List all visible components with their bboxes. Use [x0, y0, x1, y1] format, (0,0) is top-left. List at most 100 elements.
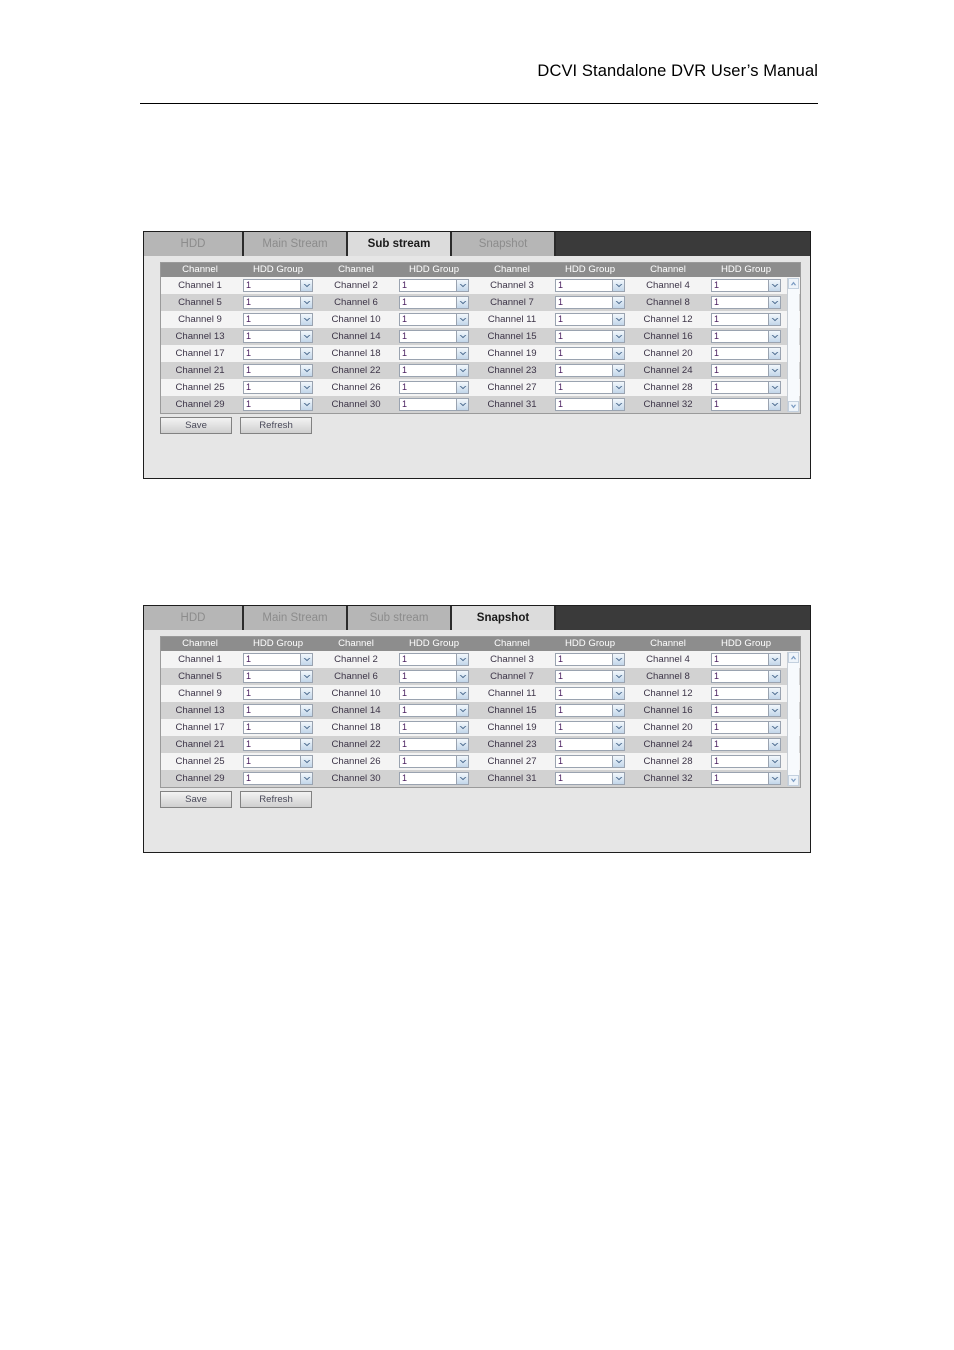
- hdd-group-select[interactable]: 1: [555, 330, 625, 343]
- chevron-down-icon[interactable]: [456, 654, 468, 665]
- hdd-group-select[interactable]: 1: [555, 670, 625, 683]
- tab-hdd[interactable]: HDD: [144, 232, 244, 256]
- hdd-group-select[interactable]: 1: [555, 704, 625, 717]
- hdd-group-select[interactable]: 1: [399, 279, 469, 292]
- hdd-group-select[interactable]: 1: [243, 755, 313, 768]
- save-button[interactable]: Save: [160, 417, 232, 434]
- hdd-group-select[interactable]: 1: [243, 687, 313, 700]
- tab-sub-stream[interactable]: Sub stream: [348, 232, 452, 256]
- chevron-down-icon[interactable]: [300, 722, 312, 733]
- chevron-down-icon[interactable]: [768, 705, 780, 716]
- chevron-down-icon[interactable]: [300, 773, 312, 784]
- hdd-group-select[interactable]: 1: [711, 772, 781, 785]
- hdd-group-select[interactable]: 1: [243, 653, 313, 666]
- chevron-down-icon[interactable]: [612, 705, 624, 716]
- chevron-down-icon[interactable]: [768, 280, 780, 291]
- hdd-group-select[interactable]: 1: [243, 347, 313, 360]
- hdd-group-select[interactable]: 1: [555, 772, 625, 785]
- chevron-down-icon[interactable]: [456, 739, 468, 750]
- chevron-down-icon[interactable]: [300, 348, 312, 359]
- refresh-button[interactable]: Refresh: [240, 791, 312, 808]
- chevron-down-icon[interactable]: [300, 297, 312, 308]
- refresh-button[interactable]: Refresh: [240, 417, 312, 434]
- chevron-down-icon[interactable]: [456, 314, 468, 325]
- chevron-down-icon[interactable]: [612, 314, 624, 325]
- hdd-group-select[interactable]: 1: [399, 687, 469, 700]
- hdd-group-select[interactable]: 1: [243, 738, 313, 751]
- hdd-group-select[interactable]: 1: [399, 738, 469, 751]
- hdd-group-select[interactable]: 1: [243, 381, 313, 394]
- chevron-down-icon[interactable]: [300, 399, 312, 410]
- chevron-down-icon[interactable]: [768, 688, 780, 699]
- hdd-group-select[interactable]: 1: [555, 381, 625, 394]
- chevron-down-icon[interactable]: [768, 722, 780, 733]
- tab-main-stream[interactable]: Main Stream: [244, 232, 348, 256]
- chevron-down-icon[interactable]: [456, 331, 468, 342]
- chevron-down-icon[interactable]: [612, 739, 624, 750]
- chevron-down-icon[interactable]: [456, 756, 468, 767]
- hdd-group-select[interactable]: 1: [711, 755, 781, 768]
- tab-snapshot[interactable]: Snapshot: [452, 232, 556, 256]
- chevron-down-icon[interactable]: [456, 280, 468, 291]
- hdd-group-select[interactable]: 1: [555, 687, 625, 700]
- hdd-group-select[interactable]: 1: [399, 330, 469, 343]
- hdd-group-select[interactable]: 1: [399, 755, 469, 768]
- chevron-down-icon[interactable]: [456, 297, 468, 308]
- hdd-group-select[interactable]: 1: [711, 296, 781, 309]
- hdd-group-select[interactable]: 1: [555, 364, 625, 377]
- scroll-up-arrow-icon[interactable]: [788, 652, 799, 663]
- chevron-down-icon[interactable]: [768, 773, 780, 784]
- hdd-group-select[interactable]: 1: [399, 772, 469, 785]
- hdd-group-select[interactable]: 1: [711, 364, 781, 377]
- hdd-group-select[interactable]: 1: [711, 670, 781, 683]
- hdd-group-select[interactable]: 1: [399, 721, 469, 734]
- chevron-down-icon[interactable]: [456, 382, 468, 393]
- chevron-down-icon[interactable]: [612, 688, 624, 699]
- hdd-group-select[interactable]: 1: [711, 313, 781, 326]
- hdd-group-select[interactable]: 1: [243, 721, 313, 734]
- chevron-down-icon[interactable]: [300, 331, 312, 342]
- scroll-up-arrow-icon[interactable]: [788, 278, 799, 289]
- hdd-group-select[interactable]: 1: [555, 279, 625, 292]
- chevron-down-icon[interactable]: [612, 382, 624, 393]
- hdd-group-select[interactable]: 1: [243, 330, 313, 343]
- hdd-group-select[interactable]: 1: [711, 738, 781, 751]
- scroll-down-arrow-icon[interactable]: [788, 775, 799, 786]
- hdd-group-select[interactable]: 1: [711, 381, 781, 394]
- hdd-group-select[interactable]: 1: [399, 653, 469, 666]
- hdd-group-select[interactable]: 1: [555, 755, 625, 768]
- hdd-group-select[interactable]: 1: [399, 313, 469, 326]
- chevron-down-icon[interactable]: [300, 688, 312, 699]
- chevron-down-icon[interactable]: [768, 654, 780, 665]
- chevron-down-icon[interactable]: [612, 297, 624, 308]
- chevron-down-icon[interactable]: [300, 654, 312, 665]
- chevron-down-icon[interactable]: [768, 399, 780, 410]
- tab-snapshot[interactable]: Snapshot: [452, 606, 556, 630]
- scroll-down-arrow-icon[interactable]: [788, 401, 799, 412]
- hdd-group-select[interactable]: 1: [555, 398, 625, 411]
- hdd-group-select[interactable]: 1: [399, 381, 469, 394]
- chevron-down-icon[interactable]: [768, 331, 780, 342]
- chevron-down-icon[interactable]: [768, 314, 780, 325]
- hdd-group-select[interactable]: 1: [243, 364, 313, 377]
- chevron-down-icon[interactable]: [300, 280, 312, 291]
- chevron-down-icon[interactable]: [612, 654, 624, 665]
- hdd-group-select[interactable]: 1: [555, 721, 625, 734]
- hdd-group-select[interactable]: 1: [243, 398, 313, 411]
- chevron-down-icon[interactable]: [768, 756, 780, 767]
- tab-main-stream[interactable]: Main Stream: [244, 606, 348, 630]
- chevron-down-icon[interactable]: [612, 756, 624, 767]
- hdd-group-select[interactable]: 1: [711, 398, 781, 411]
- hdd-group-select[interactable]: 1: [399, 347, 469, 360]
- hdd-group-select[interactable]: 1: [399, 296, 469, 309]
- hdd-group-select[interactable]: 1: [711, 347, 781, 360]
- chevron-down-icon[interactable]: [456, 722, 468, 733]
- chevron-down-icon[interactable]: [768, 671, 780, 682]
- hdd-group-select[interactable]: 1: [711, 279, 781, 292]
- hdd-group-select[interactable]: 1: [711, 330, 781, 343]
- chevron-down-icon[interactable]: [300, 365, 312, 376]
- chevron-down-icon[interactable]: [456, 773, 468, 784]
- chevron-down-icon[interactable]: [768, 365, 780, 376]
- chevron-down-icon[interactable]: [300, 739, 312, 750]
- hdd-group-select[interactable]: 1: [243, 670, 313, 683]
